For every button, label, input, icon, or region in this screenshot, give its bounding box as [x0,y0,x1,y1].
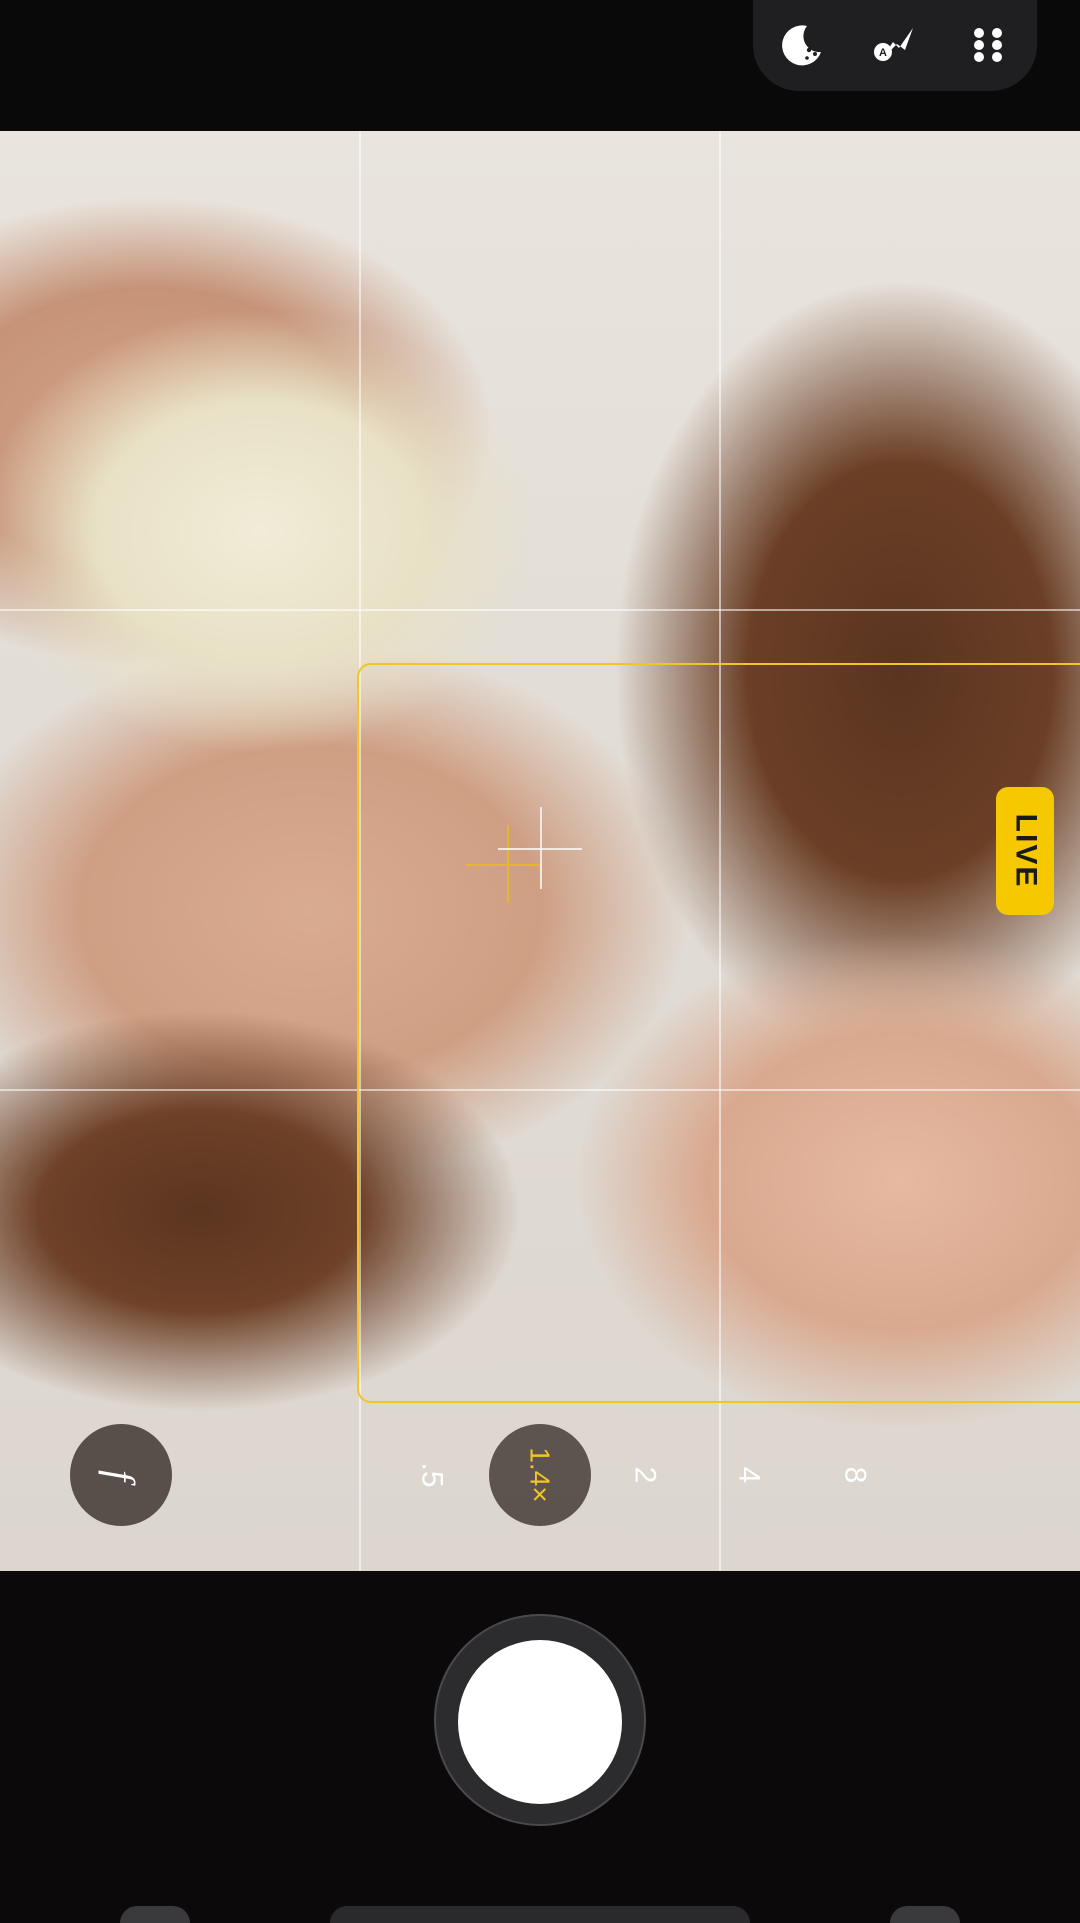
switch-camera-edge[interactable] [890,1906,960,1923]
top-controls-pill: A [753,0,1037,91]
svg-text:A: A [879,47,887,59]
camera-viewfinder[interactable]: LIVE f .5 1.4× 2 4 8 [0,131,1080,1571]
grid-line-h1 [0,609,1080,611]
zoom-label: 8 [838,1466,871,1484]
focus-box [357,663,1080,1403]
more-options-icon[interactable] [963,20,1013,70]
zoom-label: 1.4× [525,1447,556,1503]
zoom-1-4x-active[interactable]: 1.4× [489,1424,591,1526]
live-photo-badge[interactable]: LIVE [996,787,1054,915]
level-guide-v [540,807,542,889]
night-mode-icon[interactable] [777,20,827,70]
flash-auto-icon[interactable]: A [869,20,919,70]
zoom-2[interactable]: 2 [624,1455,664,1495]
live-label: LIVE [1009,813,1042,889]
zoom-8[interactable]: 8 [834,1455,874,1495]
aperture-button[interactable]: f [70,1424,172,1526]
mode-selector-edge[interactable] [330,1906,750,1923]
zoom-label: 4 [732,1466,765,1484]
zoom-label: .5 [416,1462,449,1488]
shutter-button[interactable] [458,1640,622,1804]
level-crosshair-v [507,825,509,903]
aperture-label: f [98,1469,144,1481]
gallery-thumbnail-edge[interactable] [120,1906,190,1923]
zoom-0-5[interactable]: .5 [412,1455,452,1495]
top-bar: A [0,0,1080,131]
level-crosshair-h [466,864,542,866]
zoom-4[interactable]: 4 [728,1455,768,1495]
zoom-label: 2 [628,1466,661,1484]
